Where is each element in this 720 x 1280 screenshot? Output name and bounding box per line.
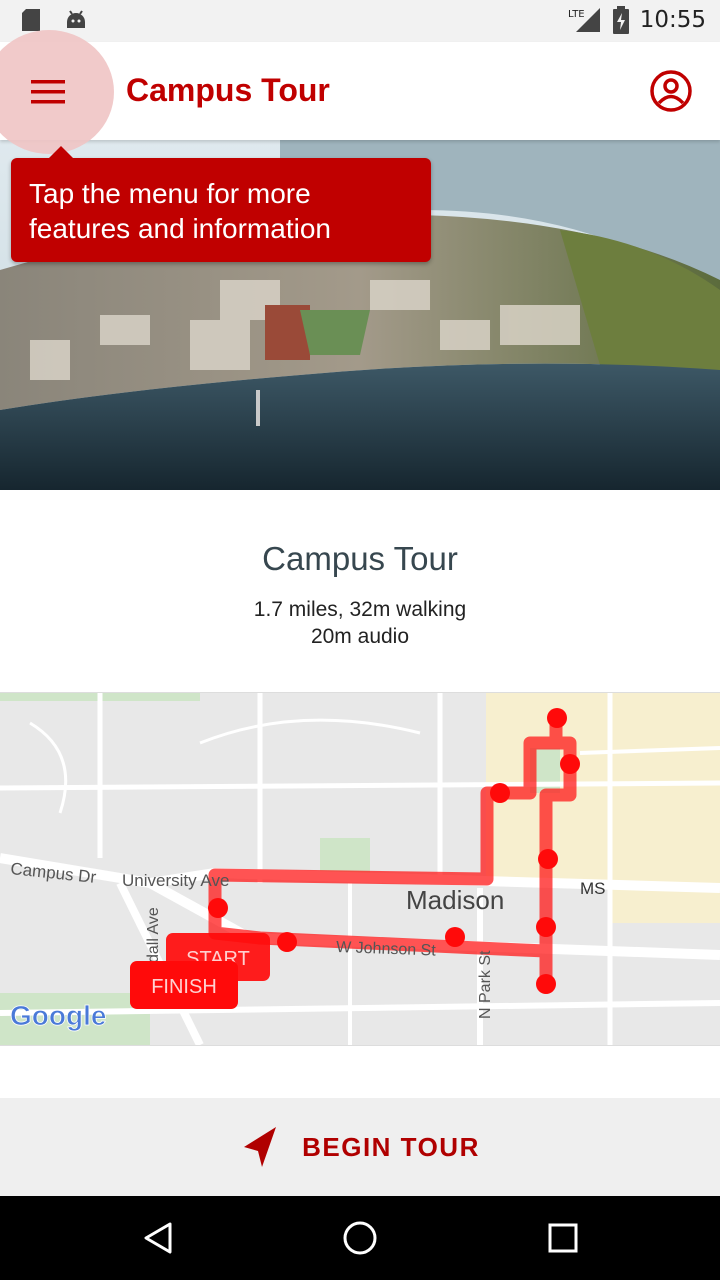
tour-audio-length: 20m audio xyxy=(310,625,410,648)
home-circle-icon[interactable] xyxy=(340,1218,380,1258)
account-circle-icon[interactable] xyxy=(648,68,694,114)
tour-distance: 1.7 miles, 32m walking xyxy=(253,598,467,621)
android-icon xyxy=(67,10,85,28)
tooltip-arrow xyxy=(49,146,73,158)
map-label-randall-ave: dall Ave xyxy=(145,907,162,963)
finish-label: FINISH xyxy=(151,976,217,998)
map-label-madison: Madison xyxy=(406,885,504,915)
tour-info: Campus Tour 1.7 miles, 32m walking 20m a… xyxy=(0,490,720,690)
map-label-n-park-st: N Park St xyxy=(477,950,494,1019)
battery-charging-icon xyxy=(612,6,629,34)
sd-card-icon xyxy=(22,9,40,31)
status-bar: LTE 10:55 xyxy=(0,0,720,42)
recents-square-icon[interactable] xyxy=(543,1218,583,1258)
tour-route-map[interactable]: Campus Dr University Ave Madison MS W Jo… xyxy=(0,692,720,1046)
begin-tour-label: BEGIN TOUR xyxy=(302,1131,480,1162)
tour-stats: 1.7 miles, 32m walking 20m audio xyxy=(0,596,720,650)
navigation-arrow-icon xyxy=(244,1127,277,1167)
svg-text:LTE: LTE xyxy=(568,9,585,20)
back-triangle-icon[interactable] xyxy=(138,1218,178,1258)
hamburger-menu-icon[interactable] xyxy=(26,72,72,112)
finish-marker[interactable]: FINISH xyxy=(130,961,238,1009)
app-bar: Campus Tour xyxy=(0,30,720,154)
tour-title: Campus Tour xyxy=(262,540,458,577)
signal-icon: LTE xyxy=(568,8,600,32)
map-label-ms: MS xyxy=(580,879,606,898)
google-logo: Google xyxy=(10,1000,106,1031)
tooltip-text: Tap the menu for more features and infor… xyxy=(29,178,331,244)
menu-tooltip[interactable]: Tap the menu for more features and infor… xyxy=(11,146,431,262)
app-title: Campus Tour xyxy=(126,72,330,108)
status-time: 10:55 xyxy=(639,7,706,33)
system-nav-bar xyxy=(0,1196,720,1280)
map-label-w-johnson-st: W Johnson St xyxy=(336,939,437,959)
begin-tour-button[interactable]: BEGIN TOUR xyxy=(0,1098,720,1196)
map-label-university-ave: University Ave xyxy=(122,871,229,890)
